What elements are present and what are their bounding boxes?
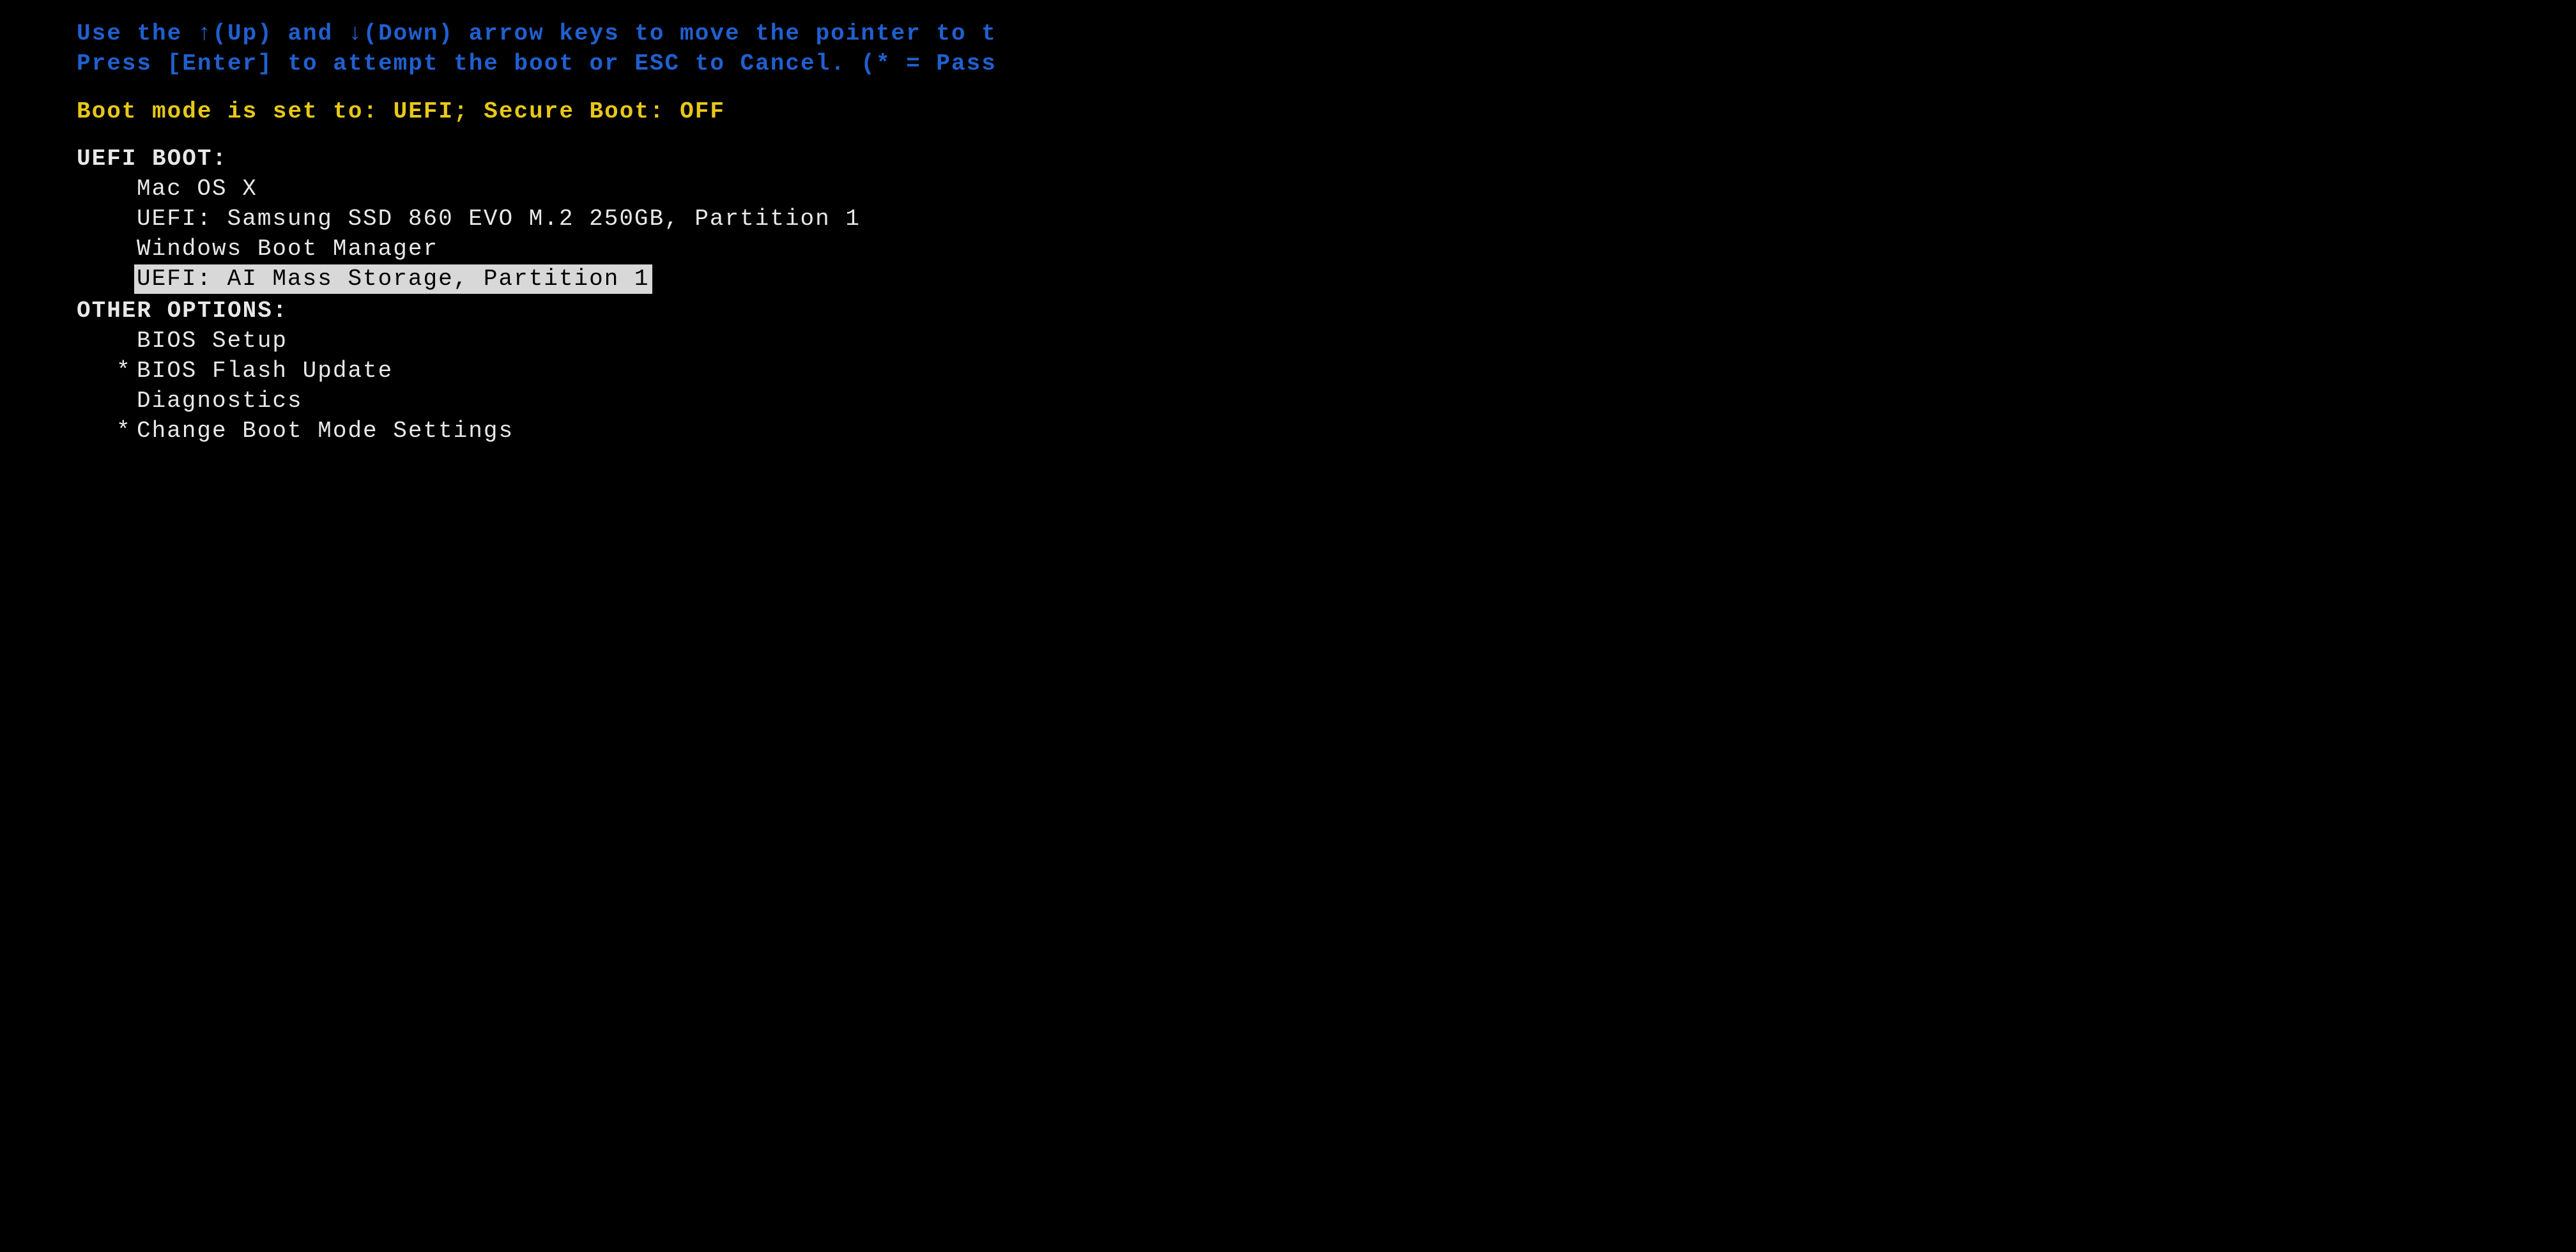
help-text: Use the ↑(Up) and ↓(Down) arrow keys to …	[77, 19, 2576, 79]
other-options-heading: OTHER OPTIONS:	[77, 296, 2576, 326]
boot-item-mac-os-x[interactable]: Mac OS X	[134, 174, 260, 204]
other-item-change-boot-mode[interactable]: Change Boot Mode Settings	[134, 416, 516, 447]
boot-mode-status: Boot mode is set to: UEFI; Secure Boot: …	[77, 97, 2576, 127]
boot-item-windows-boot-manager[interactable]: Windows Boot Manager	[134, 234, 441, 264]
boot-item-ai-mass-storage[interactable]: UEFI: AI Mass Storage, Partition 1	[134, 264, 652, 294]
other-item-diagnostics[interactable]: Diagnostics	[134, 386, 305, 416]
other-item-bios-flash-update[interactable]: BIOS Flash Update	[134, 356, 395, 386]
help-line-1: Use the ↑(Up) and ↓(Down) arrow keys to …	[77, 19, 2576, 49]
boot-item-samsung-ssd[interactable]: UEFI: Samsung SSD 860 EVO M.2 250GB, Par…	[134, 204, 863, 234]
uefi-boot-heading: UEFI BOOT:	[77, 144, 2576, 174]
password-marker-icon: *	[116, 356, 132, 386]
password-marker-icon: *	[116, 416, 132, 447]
other-item-bios-setup[interactable]: BIOS Setup	[134, 326, 290, 356]
help-line-2: Press [Enter] to attempt the boot or ESC…	[77, 49, 2576, 79]
